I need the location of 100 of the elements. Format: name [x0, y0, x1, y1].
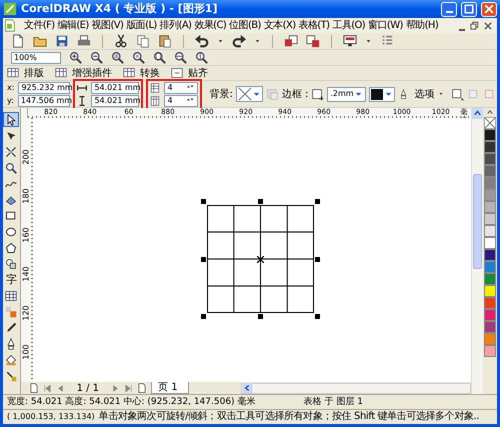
zoom-tool-button[interactable] [3, 160, 20, 175]
color-swatch[interactable] [484, 153, 496, 165]
zoom-level-dropdown[interactable]: 100% [11, 52, 61, 64]
color-swatch[interactable] [484, 177, 496, 189]
export-icon[interactable] [306, 34, 320, 48]
background-dropdown[interactable] [236, 86, 263, 102]
close-icon[interactable] [483, 20, 493, 30]
selection-handle[interactable] [314, 314, 320, 319]
menu-item[interactable]: 工具(O) [332, 18, 366, 33]
color-swatch[interactable] [484, 141, 496, 153]
save-icon[interactable] [55, 34, 69, 48]
selection-handle[interactable] [314, 199, 320, 204]
color-swatch[interactable] [484, 345, 496, 357]
color-swatch[interactable] [484, 333, 496, 345]
zoom-in-icon[interactable] [69, 51, 82, 64]
selection-handle[interactable] [200, 199, 206, 204]
last-page-icon[interactable] [124, 384, 134, 392]
menu-item[interactable]: 表格(T) [298, 18, 330, 33]
zoom-all-icon[interactable] [132, 51, 145, 64]
color-swatch[interactable] [484, 213, 496, 225]
text-tool-button[interactable]: 字 [3, 272, 20, 287]
selection-handle[interactable] [200, 256, 206, 262]
height-field[interactable]: 54.021 mm [91, 94, 140, 106]
toolbar-tab[interactable]: 转换 [137, 66, 163, 80]
color-swatch[interactable] [484, 165, 496, 177]
menu-item[interactable]: 位图(B) [229, 18, 261, 33]
color-swatch[interactable] [484, 237, 496, 249]
toolbar-tab[interactable]: 增强插件 [69, 66, 115, 80]
new-document-icon[interactable] [11, 34, 25, 48]
zoom-page-icon[interactable] [153, 51, 166, 64]
menu-item[interactable]: 效果(C) [194, 18, 226, 33]
table-icon[interactable] [7, 67, 19, 79]
color-swatch[interactable] [484, 249, 496, 261]
zoom-width-icon[interactable] [174, 51, 187, 64]
selection-handle[interactable] [314, 256, 320, 262]
table-object[interactable] [206, 205, 314, 313]
color-swatch[interactable] [484, 321, 496, 333]
redo-icon[interactable] [232, 34, 246, 48]
table-icon[interactable] [55, 67, 67, 79]
selection-handle[interactable] [258, 314, 263, 319]
selection-handle[interactable] [258, 199, 263, 204]
color-swatch[interactable] [484, 261, 496, 273]
monitor-icon[interactable] [343, 34, 357, 48]
menu-item[interactable]: 文件(F) [24, 18, 55, 33]
color-swatch[interactable] [484, 285, 496, 297]
border-color-dropdown[interactable] [368, 86, 395, 102]
toolbar-tab[interactable]: 贴齐 [185, 66, 211, 80]
zoom-height-icon[interactable] [195, 51, 208, 64]
scroll-left-icon[interactable] [242, 383, 253, 393]
import-icon[interactable] [284, 34, 298, 48]
ruler-label: 180 [22, 188, 31, 204]
page-tab[interactable]: 页 1 [151, 382, 189, 394]
menu-item[interactable]: 视图(V) [92, 18, 124, 33]
x-position-field[interactable]: 925.232 mm [18, 82, 70, 94]
color-swatch[interactable] [484, 129, 496, 141]
minimize-button[interactable] [441, 2, 457, 16]
scroll-up-icon[interactable] [485, 108, 496, 117]
snap-icon[interactable] [171, 67, 183, 79]
print-icon[interactable] [77, 34, 91, 48]
menu-item[interactable]: 文本(X) [264, 18, 296, 33]
copy-icon[interactable] [136, 34, 150, 48]
table-icon[interactable] [123, 67, 135, 79]
paste-icon[interactable] [158, 34, 172, 48]
color-swatch[interactable] [484, 297, 496, 309]
menu-item[interactable]: 版面(L) [126, 18, 157, 33]
color-swatch[interactable] [484, 201, 496, 213]
border-icon[interactable] [311, 88, 324, 100]
color-swatch[interactable] [484, 189, 496, 201]
color-swatch[interactable] [484, 273, 496, 285]
zoom-out-icon[interactable] [90, 51, 103, 64]
scrollbar-thumb[interactable] [473, 174, 482, 269]
rows-spinbox[interactable]: 4 [164, 82, 198, 94]
undo-icon[interactable] [195, 34, 209, 48]
border-width-dropdown[interactable]: .2mm [327, 86, 366, 102]
cut-icon[interactable] [114, 34, 128, 48]
zoom-selected-icon[interactable] [111, 51, 124, 64]
table-tool-button[interactable] [3, 288, 20, 303]
pointer-tool-button[interactable] [3, 112, 20, 127]
minimize-icon[interactable] [459, 28, 465, 30]
wrap-icon[interactable] [450, 88, 464, 100]
selection-handle[interactable] [200, 314, 206, 319]
pen-icon [5, 338, 18, 350]
restore-icon[interactable] [469, 20, 479, 30]
toolbar-tab[interactable]: 排版 [21, 66, 47, 80]
menu-item[interactable]: 编辑(E) [58, 18, 89, 33]
menu-item[interactable]: 排列(A) [160, 18, 192, 33]
maximize-button[interactable] [461, 2, 477, 16]
options-button[interactable]: 选项 [412, 86, 448, 102]
width-field[interactable]: 54.021 mm [91, 82, 140, 94]
color-swatch[interactable] [484, 225, 496, 237]
menu-item[interactable]: 帮助(H) [406, 18, 438, 33]
color-swatch[interactable] [484, 309, 496, 321]
first-page-icon[interactable] [42, 384, 52, 392]
ruler-label: 200 [22, 148, 31, 164]
close-button[interactable] [481, 2, 497, 16]
y-position-field[interactable]: 147.506 mm [18, 94, 70, 106]
columns-spinbox[interactable]: 4 [164, 94, 198, 106]
menu-item[interactable]: 窗口(W) [368, 18, 403, 33]
scroll-up-icon[interactable] [472, 108, 484, 119]
no-color-swatch[interactable] [484, 117, 496, 129]
